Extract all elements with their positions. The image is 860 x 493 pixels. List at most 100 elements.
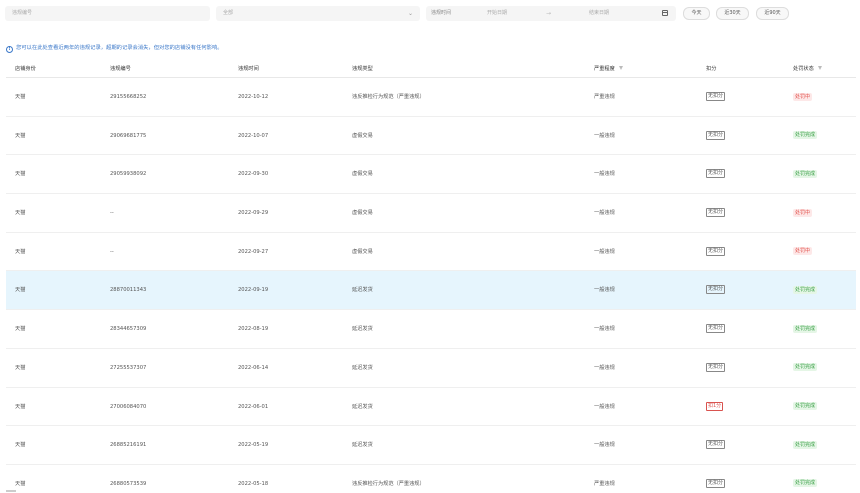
date-range-picker[interactable]: 违规时间 开始日期 → 结束日期 [426,6,676,21]
status-badge: 处罚完成 [793,324,818,333]
points-badge: 无扣分 [706,440,726,450]
col-violation-time: 违规时间 [238,66,259,72]
shop-cell: 天猫 [15,94,26,100]
col-violation-id: 违规编号 [110,66,131,72]
notice-text: 您可以在此处查看近两年的违规记录，超期的记录会消失，但对您的店铺没有任何影响。 [16,45,223,51]
violation-type-cell: 延迟发货 [352,287,373,294]
violation-time-cell: 2022-05-19 [238,442,269,449]
violation-type-cell: 违反推检行为规范（严重违规） [352,94,425,100]
points-badge: 无扣分 [706,324,726,334]
status-cell: 处罚中 [793,78,813,116]
table-row[interactable]: 天猫 28870011343 2022-09-19 延迟发货 一般违规 无扣分 处罚完成 [6,271,856,311]
info-notice: ! 您可以在此处查看近两年的违规记录，超期的记录会消失，但对您的店铺没有任何影响。 [6,44,223,53]
today-button[interactable]: 今天 [683,7,710,20]
filter-icon[interactable] [817,66,822,70]
violation-type-cell: 违反推检行为规范（严重违规） [352,480,425,487]
last-90-days-button[interactable]: 近90天 [756,7,789,20]
points-badge: 无扣分 [706,478,726,488]
severity-cell: 一般违规 [594,132,615,139]
severity-cell: 一般违规 [594,326,615,333]
violation-time-cell: 2022-10-07 [238,132,269,139]
points-badge: 无扣分 [706,246,726,256]
col-points: 扣分 [706,66,717,72]
severity-cell: 一般违规 [594,403,615,410]
chevron-down-icon: ⌄ [407,10,413,17]
points-badge: 无扣分 [706,92,726,101]
col-severity[interactable]: 严重程度 [594,60,623,78]
points-cell: 无扣分 [706,117,726,155]
shop-cell: 天猫 [15,171,26,178]
severity-cell: 一般违规 [594,442,615,449]
violation-type-cell: 虚假交易 [352,171,373,178]
calendar-icon[interactable] [662,10,668,16]
violation-id-cell: 29155668252 [110,94,147,100]
end-date-input[interactable]: 结束日期 [589,6,609,21]
points-cell: 无扣分 [706,78,726,116]
points-cell: 无扣分 [706,271,726,309]
violation-type-cell: 延迟发货 [352,326,373,333]
filter-bar: 违规编号 全部 ⌄ 违规时间 开始日期 → 结束日期 今天 近30天 近90天 [0,6,860,22]
col-penalty-status[interactable]: 处罚状态 [793,60,822,78]
start-date-input[interactable]: 开始日期 [487,6,507,21]
violation-type-select[interactable]: 全部 ⌄ [216,6,420,21]
points-cell: 无扣分 [706,155,726,193]
table-row[interactable]: 天猫 29069681775 2022-10-07 虚假交易 一般违规 无扣分 处罚完成 [6,117,856,156]
severity-cell: 严重违规 [594,480,615,487]
violation-time-cell: 2022-10-12 [238,94,269,100]
table-row[interactable]: 天猫 29059938092 2022-09-30 虚假交易 一般违规 无扣分 处罚完成 [6,155,856,195]
col-violation-type: 违规类型 [352,66,373,72]
col-shop-identity: 店铺身份 [15,66,36,72]
violation-time-cell: 2022-09-29 [238,210,269,217]
violation-time-cell: 2022-08-19 [238,326,269,333]
shop-cell: 天猫 [15,287,26,294]
severity-cell: 一般违规 [594,248,615,255]
status-cell: 处罚完成 [793,117,818,155]
table-header: 店铺身份 违规编号 违规时间 违规类型 严重程度 扣分 处罚状态 [6,60,856,78]
table-row[interactable]: 天猫 29155668252 2022-10-12 违反推检行为规范（严重违规） 严重违… [6,78,856,117]
col-penalty-status-label: 处罚状态 [793,66,814,72]
last-30-days-button[interactable]: 近30天 [716,7,749,20]
violation-time-cell: 2022-05-18 [238,480,269,487]
points-badge: 无扣分 [706,362,726,372]
points-cell: 无扣分 [706,349,726,387]
shop-cell: 天猫 [15,403,26,410]
shop-cell: 天猫 [15,480,26,487]
table-row[interactable]: 天猫 -- 2022-09-29 虚假交易 一般违规 无扣分 处罚中 [6,194,856,233]
violation-id-cell: 27255537307 [110,364,147,371]
points-badge: 无扣分 [706,169,726,179]
severity-cell: 一般违规 [594,171,615,178]
violation-type-cell: 延迟发货 [352,364,373,371]
scrollbar-thumb[interactable] [6,490,16,492]
table-row[interactable]: 天猫 28344657309 2022-08-19 延迟发货 一般违规 无扣分 处罚完成 [6,310,856,349]
table-body: 天猫 29155668252 2022-10-12 违反推检行为规范（严重违规） 严重违… [6,78,856,493]
points-badge: 无扣分 [706,285,726,295]
violation-time-cell: 2022-06-14 [238,364,269,371]
shop-cell: 天猫 [15,364,26,371]
violations-table: 店铺身份 违规编号 违规时间 违规类型 严重程度 扣分 处罚状态 天猫 29155… [6,60,856,493]
table-row[interactable]: 天猫 -- 2022-09-27 虚假交易 一般违规 无扣分 处罚中 [6,233,856,272]
severity-cell: 严重违规 [594,94,615,100]
table-row[interactable]: 天猫 26880573539 2022-05-18 违反推检行为规范（严重违规） 严重违… [6,465,856,493]
violation-type-cell: 延迟发货 [352,403,373,410]
violation-id-cell: 26885216191 [110,442,147,449]
status-cell: 处罚中 [793,233,813,271]
violation-time-cell: 2022-09-27 [238,248,269,255]
points-cell: 无扣分 [706,194,726,232]
violation-id-input[interactable]: 违规编号 [5,6,210,21]
violation-id-cell: 28870011343 [110,287,147,294]
shop-cell: 天猫 [15,132,26,139]
table-row[interactable]: 天猫 26885216191 2022-05-19 延迟发货 一般违规 无扣分 处罚完成 [6,426,856,465]
table-row[interactable]: 天猫 27255537307 2022-06-14 延迟发货 一般违规 无扣分 处罚完成 [6,349,856,388]
filter-icon[interactable] [618,66,623,70]
table-row[interactable]: 天猫 27006084070 2022-06-01 延迟发货 一般违规 扣1分 处罚完成 [6,388,856,427]
range-arrow-icon: → [546,10,552,17]
violation-id-cell: 29069681775 [110,132,147,139]
status-badge: 处罚中 [793,92,813,101]
status-cell: 处罚完成 [793,349,818,387]
status-badge: 处罚中 [793,208,813,217]
points-cell: 无扣分 [706,465,726,493]
shop-cell: 天猫 [15,326,26,333]
status-badge: 处罚完成 [793,131,818,140]
status-cell: 处罚完成 [793,426,818,464]
violation-type-cell: 延迟发货 [352,442,373,449]
